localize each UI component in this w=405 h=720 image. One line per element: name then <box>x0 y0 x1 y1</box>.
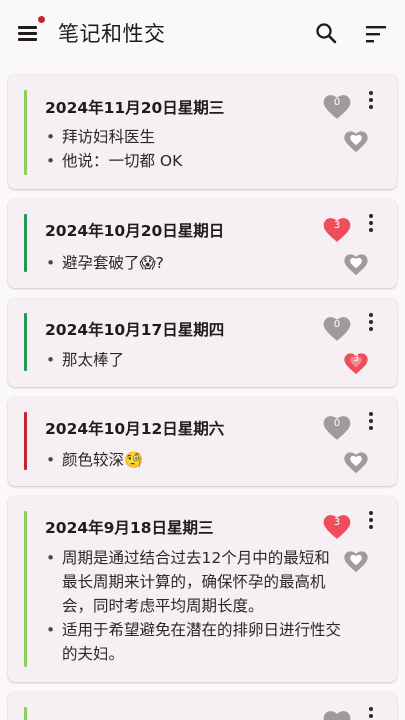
note-card[interactable]: 2024年11月20日星期三 拜访妇科医生 他说：一切都 OK 0 <box>8 74 397 189</box>
reaction-button[interactable]: 3 <box>342 349 370 375</box>
note-line: 那太棒了 <box>45 348 340 372</box>
heart-icon <box>344 254 368 276</box>
more-button[interactable] <box>364 89 378 113</box>
like-count: 3 <box>333 517 341 528</box>
note-lines: 颜色较深🧐 <box>45 448 340 472</box>
like-button[interactable]: 0 <box>321 312 353 342</box>
more-button[interactable] <box>364 509 378 533</box>
more-button[interactable] <box>364 410 378 434</box>
like-count: 0 <box>333 97 341 108</box>
note-date: 2024年10月12日星期六 <box>45 420 225 438</box>
reaction-button[interactable] <box>342 127 370 153</box>
note-stripe <box>24 412 27 470</box>
like-button[interactable]: 0 <box>321 90 353 120</box>
like-count: 0 <box>333 319 341 330</box>
note-date: 2024年9月18日星期三 <box>45 519 214 537</box>
like-button[interactable]: 3 <box>321 213 353 243</box>
note-line: 周期是通过结合过去12个月中的最短和最长周期来计算的，确保怀孕的最高机会，同时考… <box>45 546 341 618</box>
sort-button[interactable] <box>364 23 388 45</box>
note-card[interactable] <box>8 692 397 720</box>
reaction-button[interactable] <box>342 547 370 573</box>
note-date: 2024年10月20日星期日 <box>45 222 225 240</box>
heart-icon <box>344 551 368 573</box>
note-line: 避孕套破了😱? <box>45 251 340 275</box>
note-line: 颜色较深🧐 <box>45 448 340 472</box>
like-button[interactable]: 0 <box>321 411 353 441</box>
note-line: 拜访妇科医生 <box>45 125 340 149</box>
more-button[interactable] <box>364 311 378 335</box>
notification-dot <box>38 16 45 23</box>
search-icon <box>316 23 337 44</box>
note-card[interactable]: 2024年10月20日星期日 避孕套破了😱? 3 <box>8 199 397 288</box>
app-title: 笔记和性交 <box>58 22 166 46</box>
reaction-button[interactable] <box>342 448 370 474</box>
note-stripe <box>24 511 27 667</box>
note-date: 2024年11月20日星期三 <box>45 99 225 117</box>
heart-icon <box>344 131 368 153</box>
note-card[interactable]: 2024年10月17日星期四 那太棒了 0 3 <box>8 298 397 387</box>
note-date: 2024年10月17日星期四 <box>45 321 225 339</box>
reaction-count: 3 <box>353 354 359 364</box>
like-count: 3 <box>333 220 341 231</box>
note-line: 适用于希望避免在潜在的排卵日进行性交的夫妇。 <box>45 618 341 666</box>
note-card[interactable]: 2024年9月18日星期三 周期是通过结合过去12个月中的最短和最长周期来计算的… <box>8 496 397 682</box>
sort-icon <box>366 26 386 43</box>
heart-icon <box>323 711 351 720</box>
search-button[interactable] <box>314 21 338 45</box>
note-stripe <box>24 707 27 720</box>
note-lines: 拜访妇科医生 他说：一切都 OK <box>45 125 340 173</box>
app-bar: 笔记和性交 <box>0 0 405 66</box>
heart-icon <box>344 452 368 474</box>
note-lines: 周期是通过结合过去12个月中的最短和最长周期来计算的，确保怀孕的最高机会，同时考… <box>45 546 341 666</box>
more-button[interactable] <box>364 705 378 720</box>
more-button[interactable] <box>364 212 378 236</box>
note-line: 他说：一切都 OK <box>45 149 340 173</box>
menu-button[interactable] <box>14 16 45 46</box>
like-button[interactable] <box>321 706 353 720</box>
like-count: 0 <box>333 418 341 429</box>
note-stripe <box>24 313 27 371</box>
note-stripe <box>24 214 27 272</box>
reaction-button[interactable] <box>342 250 370 276</box>
note-lines: 避孕套破了😱? <box>45 251 340 275</box>
note-card[interactable]: 2024年10月12日星期六 颜色较深🧐 0 <box>8 397 397 486</box>
note-lines: 那太棒了 <box>45 348 340 372</box>
note-stripe <box>24 90 27 175</box>
like-button[interactable]: 3 <box>321 510 353 540</box>
